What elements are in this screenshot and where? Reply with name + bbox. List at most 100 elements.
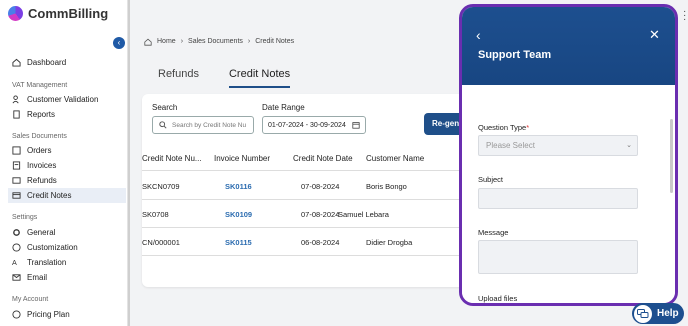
subject-label: Subject bbox=[478, 175, 504, 184]
currency-icon bbox=[12, 310, 21, 319]
sidebar-item-label: Pricing Plan bbox=[27, 310, 70, 319]
sidebar-item-label: Reports bbox=[27, 110, 56, 119]
sidebar-item-label: Customization bbox=[27, 243, 78, 252]
credit-note-number: CN/000001 bbox=[142, 238, 180, 247]
sidebar-item-credit-notes[interactable]: Credit Notes bbox=[8, 188, 126, 203]
question-type-placeholder: Please Select bbox=[486, 141, 535, 150]
sidebar-item-label: Invoices bbox=[27, 161, 57, 170]
brand-logo[interactable]: CommBilling bbox=[8, 6, 108, 21]
breadcrumb-separator: › bbox=[180, 38, 184, 45]
customer-name: Samuel Lebara bbox=[338, 210, 389, 219]
panel-scrollbar[interactable] bbox=[670, 119, 673, 193]
mail-icon bbox=[12, 274, 21, 281]
calendar-icon bbox=[352, 122, 360, 129]
sidebar-item-label: Customer Validation bbox=[27, 95, 99, 104]
help-button[interactable]: Help bbox=[632, 303, 684, 324]
date-range-label: Date Range bbox=[262, 103, 305, 112]
chat-icon bbox=[634, 304, 652, 323]
support-form: Question Type* Please Select ⌄ Subject M… bbox=[462, 85, 675, 303]
sidebar-item-reports[interactable]: Reports bbox=[12, 107, 126, 122]
svg-text:A: A bbox=[12, 258, 17, 267]
sidebar-item-label: Dashboard bbox=[27, 58, 67, 67]
credit-note-date: 07-08-2024 bbox=[301, 182, 340, 191]
breadcrumb-home[interactable]: Home bbox=[157, 38, 176, 46]
user-check-icon bbox=[12, 95, 19, 104]
sidebar-item-label: Translation bbox=[27, 258, 67, 267]
column-header[interactable]: Credit Note Date bbox=[293, 154, 353, 163]
invoice-link[interactable]: SK0115 bbox=[225, 238, 252, 247]
sidebar-item-orders[interactable]: Orders bbox=[12, 143, 126, 158]
date-range-input[interactable]: 01-07-2024 - 30-09-2024 bbox=[262, 116, 366, 134]
sidebar-item-dashboard[interactable]: Dashboard bbox=[12, 55, 126, 70]
orders-icon bbox=[12, 146, 21, 155]
sidebar-item-translation[interactable]: A Translation bbox=[12, 255, 126, 270]
sidebar-item-label: General bbox=[27, 228, 56, 237]
required-mark: * bbox=[526, 123, 530, 132]
support-panel: ‹ ✕ Support Team Question Type* Please S… bbox=[459, 4, 678, 306]
invoice-icon bbox=[12, 161, 21, 170]
upload-files-label: Upload files bbox=[478, 294, 518, 303]
date-range-value: 01-07-2024 - 30-09-2024 bbox=[268, 121, 346, 129]
more-menu-icon[interactable]: · · · bbox=[683, 7, 686, 25]
brand-name: CommBilling bbox=[28, 6, 109, 21]
invoice-link[interactable]: SK0109 bbox=[225, 210, 252, 219]
brand-logo-icon bbox=[8, 6, 23, 21]
breadcrumb-current: Credit Notes bbox=[255, 38, 295, 45]
support-panel-title: Support Team bbox=[478, 49, 552, 61]
sidebar-collapse-button[interactable]: ‹ bbox=[113, 37, 125, 49]
message-field[interactable] bbox=[478, 240, 638, 274]
sidebar-group-sales: Sales Documents bbox=[12, 133, 67, 140]
sidebar-item-label: Credit Notes bbox=[27, 191, 72, 200]
sidebar: CommBilling ‹ Dashboard VAT Management C… bbox=[0, 0, 128, 326]
home-icon[interactable] bbox=[144, 38, 152, 46]
sidebar-item-general[interactable]: General bbox=[12, 225, 126, 240]
refund-icon bbox=[12, 177, 21, 184]
search-icon bbox=[159, 121, 167, 129]
report-icon bbox=[13, 110, 20, 119]
subject-field[interactable] bbox=[478, 188, 638, 209]
customer-name: Boris Bongo bbox=[366, 182, 407, 191]
credit-note-date: 07-08-2024 bbox=[301, 210, 340, 219]
chevron-down-icon: ⌄ bbox=[626, 142, 632, 149]
tab-refunds[interactable]: Refunds bbox=[158, 68, 199, 88]
credit-note-number: SK0708 bbox=[142, 210, 169, 219]
customer-name: Didier Drogba bbox=[366, 238, 413, 247]
support-panel-header: ‹ ✕ Support Team bbox=[462, 7, 675, 85]
translate-icon: A bbox=[12, 258, 17, 267]
breadcrumb: Home › Sales Documents › Credit Notes bbox=[144, 38, 294, 46]
column-header[interactable]: Invoice Number bbox=[214, 154, 270, 163]
sidebar-item-email[interactable]: Email bbox=[12, 270, 126, 285]
palette-icon bbox=[12, 243, 21, 252]
home-icon bbox=[12, 58, 21, 67]
invoice-link[interactable]: SK0116 bbox=[225, 182, 252, 191]
sidebar-item-customization[interactable]: Customization bbox=[12, 240, 126, 255]
search-input[interactable]: Search by Credit Note Nu bbox=[152, 116, 254, 134]
back-arrow-icon[interactable]: ‹ bbox=[476, 27, 481, 43]
help-label: Help bbox=[657, 308, 679, 319]
gear-icon bbox=[13, 229, 20, 236]
sidebar-item-pricing-plan[interactable]: Pricing Plan bbox=[12, 307, 126, 322]
column-header[interactable]: Customer Name bbox=[366, 154, 424, 163]
tab-credit-notes[interactable]: Credit Notes bbox=[228, 68, 291, 88]
app-root: CommBilling ‹ Dashboard VAT Management C… bbox=[0, 0, 688, 326]
sidebar-item-customer-validation[interactable]: Customer Validation bbox=[12, 92, 126, 107]
message-label: Message bbox=[478, 228, 509, 237]
credit-note-date: 06-08-2024 bbox=[301, 238, 340, 247]
question-type-label-text: Question Type bbox=[478, 123, 527, 132]
close-icon[interactable]: ✕ bbox=[649, 27, 660, 43]
sidebar-item-invoices[interactable]: Invoices bbox=[12, 158, 126, 173]
sidebar-group-account: My Account bbox=[12, 296, 49, 303]
question-type-label: Question Type* bbox=[478, 123, 529, 132]
search-placeholder: Search by Credit Note Nu bbox=[172, 121, 247, 129]
sidebar-item-label: Refunds bbox=[27, 176, 57, 185]
credit-note-number: SKCN0709 bbox=[142, 182, 180, 191]
tabs: Refunds Credit Notes bbox=[158, 68, 291, 88]
column-header[interactable]: Credit Note Nu... bbox=[142, 154, 202, 163]
sidebar-item-label: Orders bbox=[27, 146, 52, 155]
question-type-select[interactable]: Please Select ⌄ bbox=[478, 135, 638, 156]
sidebar-item-label: Email bbox=[27, 273, 48, 282]
sidebar-item-refunds[interactable]: Refunds bbox=[12, 173, 126, 188]
breadcrumb-separator: › bbox=[247, 38, 251, 45]
search-label: Search bbox=[152, 103, 178, 112]
breadcrumb-sales[interactable]: Sales Documents bbox=[188, 38, 243, 46]
